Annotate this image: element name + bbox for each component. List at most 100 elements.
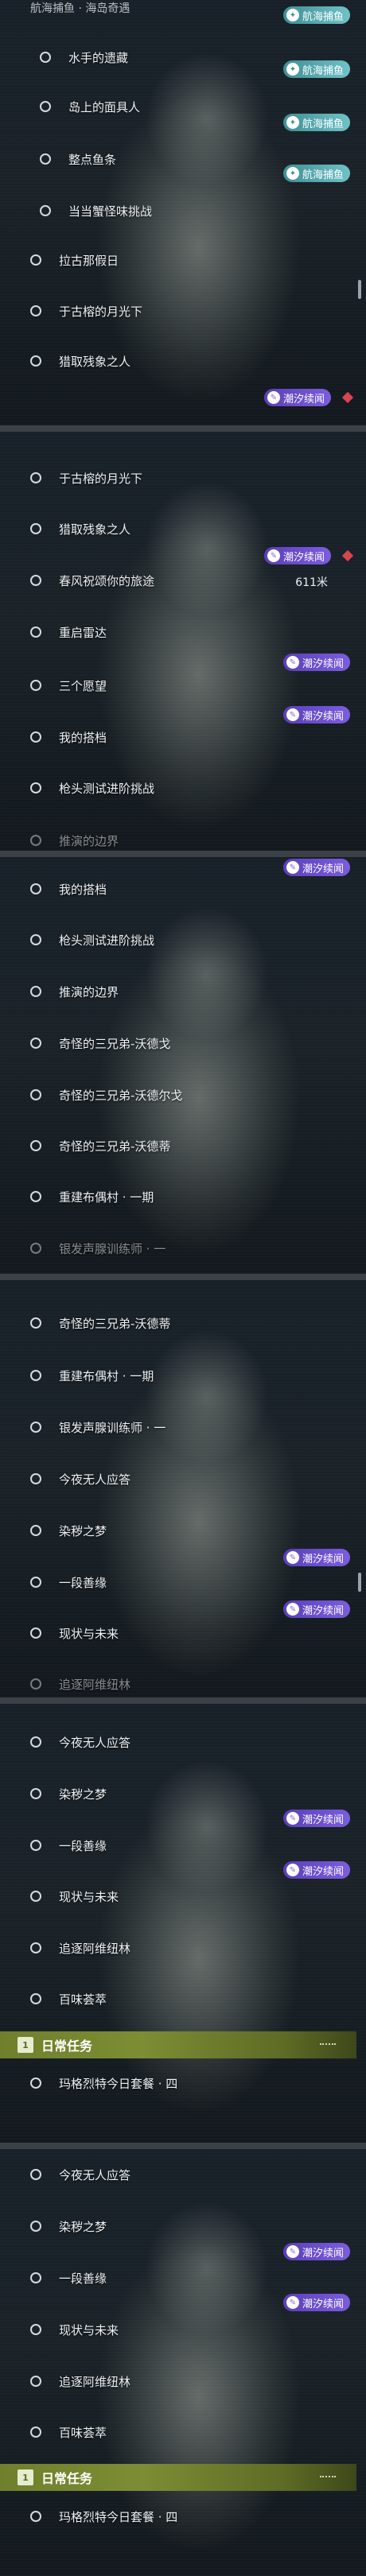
daily-tasks-header[interactable]: 1 日常任务: [0, 2464, 356, 2491]
quest-label: 百味荟萃: [59, 1992, 107, 2007]
quest-row[interactable]: 猎取残象之人: [0, 505, 366, 553]
quest-row[interactable]: 今夜无人应答: [0, 1718, 366, 1766]
circle-icon: [30, 1840, 41, 1851]
quest-row[interactable]: 追逐阿维纽林: [0, 2357, 366, 2405]
quest-label: 银发声腺训练师 · 一: [59, 1420, 166, 1435]
quest-label: 追逐阿维纽林: [59, 1677, 131, 1692]
daily-quest-row[interactable]: 玛格烈特今日套餐 · 四: [0, 2059, 366, 2107]
quest-row[interactable]: 当当蟹怪味挑战: [0, 187, 366, 235]
quest-row[interactable]: 于古榕的月光下: [0, 454, 366, 502]
distance-label: 611米: [295, 576, 328, 589]
quest-row[interactable]: 重建布偶村 · 一期: [0, 1352, 366, 1399]
quest-label: 三个愿望: [59, 678, 107, 693]
circle-icon: [30, 1140, 41, 1151]
quest-row[interactable]: 重建布偶村 · 一期: [0, 1173, 366, 1220]
quest-row[interactable]: 追逐阿维纽林: [0, 1660, 366, 1697]
daily-tasks-title: 日常任务: [41, 2039, 93, 2054]
quest-row[interactable]: 拉古那假日: [0, 236, 366, 284]
quest-row[interactable]: 追逐阿维纽林: [0, 1924, 366, 1972]
hanghai-tag-label: 航海捕鱼: [302, 169, 344, 181]
quest-panel-6: 今夜无人应答 染秽之梦 ✎ 潮汐续闻 一段善缘 ✎ 潮汐续闻 现状与未来 追逐阿维纽…: [0, 2149, 366, 2576]
quest-row[interactable]: 猎取残象之人: [0, 337, 366, 385]
daily-quest-row[interactable]: 玛格烈特今日套餐 · 四: [0, 2493, 366, 2540]
quest-row[interactable]: 枪头测试进阶挑战: [0, 916, 366, 964]
quest-row[interactable]: 现状与未来: [0, 2306, 366, 2353]
quest-row[interactable]: 百味荟萃: [0, 1975, 366, 2023]
quest-label: 我的搭档: [59, 882, 107, 897]
circle-icon: [40, 101, 51, 112]
scrollbar[interactable]: [358, 1573, 361, 1592]
quest-label: 今夜无人应答: [59, 1735, 131, 1750]
quest-row[interactable]: 重启雷达: [0, 608, 366, 656]
quest-row[interactable]: 今夜无人应答: [0, 2151, 366, 2198]
quest-label: 重建布偶村 · 一期: [59, 1368, 154, 1383]
quest-row[interactable]: 奇怪的三兄弟-沃德戈: [0, 1019, 366, 1067]
quest-label: 于古榕的月光下: [59, 471, 143, 486]
quest-label: 奇怪的三兄弟-沃德戈: [59, 1036, 171, 1051]
hanghai-tag-label: 航海捕鱼: [302, 118, 344, 130]
daily-tasks-title: 日常任务: [41, 2471, 93, 2486]
circle-icon: [30, 1942, 41, 1953]
quest-row[interactable]: 奇怪的三兄弟-沃德蒂: [0, 1299, 366, 1347]
quest-row[interactable]: 染秽之梦: [0, 1507, 366, 1554]
quest-label: 染秽之梦: [59, 2219, 107, 2234]
quest-row[interactable]: 现状与未来: [0, 1609, 366, 1657]
quest-row[interactable]: 奇怪的三兄弟-沃德尔戈: [0, 1071, 366, 1119]
quest-row[interactable]: 推演的边界: [0, 817, 366, 851]
quest-label: 枪头测试进阶挑战: [59, 781, 155, 796]
circle-icon: [30, 986, 41, 997]
quest-label: 染秽之梦: [59, 1523, 107, 1538]
quest-label: 银发声腺训练师 · 一: [59, 1241, 166, 1256]
circle-icon: [30, 1678, 41, 1690]
daily-tasks-header[interactable]: 1 日常任务: [0, 2031, 356, 2058]
circle-icon: [30, 680, 41, 691]
quest-panel-5: 今夜无人应答 染秽之梦 ✎ 潮汐续闻 一段善缘 ✎ 潮汐续闻 现状与未来 追逐阿维纽…: [0, 1704, 366, 2143]
circle-icon: [30, 731, 41, 743]
circle-icon: [30, 523, 41, 534]
quest-row[interactable]: 一段善缘: [0, 1558, 366, 1606]
quest-label: 玛格烈特今日套餐 · 四: [59, 2076, 178, 2091]
circle-icon: [30, 1473, 41, 1484]
quest-label: 整点鱼条: [68, 152, 117, 167]
circle-icon: [30, 355, 41, 367]
circle-icon: [30, 835, 41, 846]
hanghai-tag-label: 航海捕鱼: [302, 64, 344, 77]
quest-label: 追逐阿维纽林: [59, 1941, 131, 1956]
circle-icon: [30, 2427, 41, 2438]
quest-row[interactable]: 于古榕的月光下: [0, 287, 366, 335]
hanghai-tag-icon: ✦: [286, 9, 299, 21]
circle-icon: [30, 1525, 41, 1536]
quest-row[interactable]: 推演的边界: [0, 968, 366, 1015]
quest-row[interactable]: 银发声腺训练师 · 一: [0, 1224, 366, 1272]
circle-icon: [30, 627, 41, 638]
quest-row[interactable]: 枪头测试进阶挑战: [0, 764, 366, 812]
quest-label: 现状与未来: [59, 2322, 119, 2337]
quest-label: 一段善缘: [59, 1575, 107, 1590]
circle-icon: [30, 1577, 41, 1588]
quest-row[interactable]: 百味荟萃: [0, 2408, 366, 2456]
quest-label: 推演的边界: [59, 984, 119, 999]
quest-row[interactable]: 现状与未来: [0, 1872, 366, 1920]
circle-icon: [30, 1788, 41, 1799]
quest-row[interactable]: 我的搭档: [0, 713, 366, 761]
quest-row[interactable]: 奇怪的三兄弟-沃德蒂: [0, 1122, 366, 1170]
circle-icon: [30, 2272, 41, 2283]
circle-icon: [30, 934, 41, 945]
daily-tasks-icon: 1: [18, 2469, 33, 2485]
quest-row[interactable]: 三个愿望: [0, 661, 366, 709]
quest-label: 今夜无人应答: [59, 1472, 131, 1487]
circle-icon: [30, 575, 41, 586]
hanghai-tag: ✦ 航海捕鱼: [282, 60, 350, 78]
circle-icon: [30, 2077, 41, 2089]
quest-label: 春风祝颂你的旅途: [59, 573, 155, 588]
circle-icon: [30, 883, 41, 894]
quest-label: 当当蟹怪味挑战: [68, 204, 153, 219]
quest-row[interactable]: 今夜无人应答: [0, 1455, 366, 1503]
hanghai-tag: ✦ 航海捕鱼: [282, 6, 350, 24]
quest-row[interactable]: 银发声腺训练师 · 一: [0, 1403, 366, 1451]
divider: [0, 1697, 366, 1704]
circle-icon: [30, 1191, 41, 1202]
tracking-marker-icon: [341, 391, 354, 404]
quest-row[interactable]: 我的搭档: [0, 865, 366, 913]
quest-label: 奇怪的三兄弟-沃德蒂: [59, 1139, 171, 1154]
